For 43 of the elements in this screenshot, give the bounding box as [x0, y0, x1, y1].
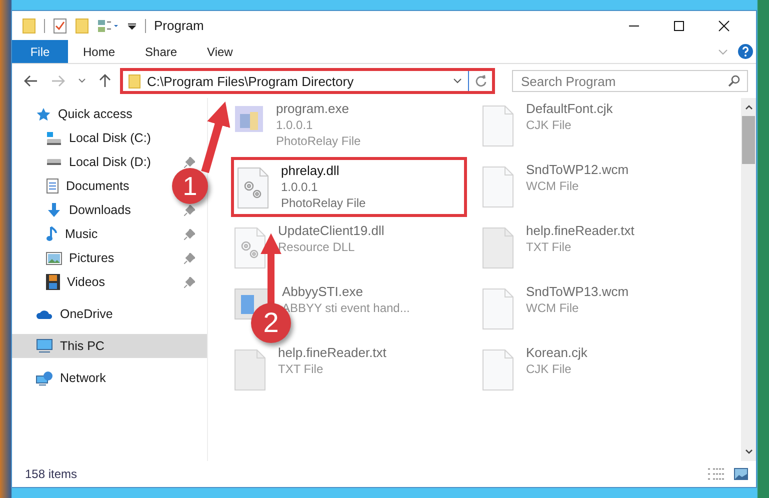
file-detail: 1.0.0.1: [281, 179, 319, 195]
sidebar-item[interactable]: Quick access: [36, 102, 132, 126]
sidebar-item[interactable]: Videos: [46, 270, 105, 294]
sidebar-item[interactable]: Pictures: [46, 246, 114, 270]
sidebar-item[interactable]: Local Disk (D:): [46, 150, 151, 174]
file-detail: TXT File: [526, 239, 572, 255]
file-name: SndToWP13.wcm: [526, 284, 629, 300]
item-count: 158 items: [25, 467, 78, 481]
sidebar-item[interactable]: Downloads: [46, 198, 131, 222]
file-detail: ABBYY sti event hand...: [282, 300, 410, 316]
address-bar[interactable]: C:\Program Files\Program Directory: [120, 68, 495, 94]
file-detail: CJK File: [526, 117, 572, 133]
file-detail: WCM File: [526, 300, 580, 316]
file-name: help.fineReader.txt: [278, 345, 386, 361]
sidebar-item[interactable]: Local Disk (C:): [46, 126, 151, 150]
sidebar-item[interactable]: This PC: [12, 334, 207, 358]
window-title: Program: [154, 18, 204, 33]
file-name: program.exe: [276, 101, 350, 117]
file-detail: 1.0.0.1: [276, 117, 314, 133]
file-detail: PhotoRelay File: [281, 195, 366, 211]
ribbon-tab[interactable]: Share: [130, 40, 192, 63]
file-name: help.fineReader.txt: [526, 223, 634, 239]
ribbon-tab[interactable]: Home: [68, 40, 130, 63]
sidebar-item[interactable]: Documents: [46, 174, 130, 198]
file-name: Korean.cjk: [526, 345, 588, 361]
ribbon-tab[interactable]: File: [12, 40, 68, 63]
file-name: DefaultFont.cjk: [526, 101, 613, 117]
file-tile[interactable]: phrelay.dll 1.0.0.1 PhotoRelay File: [231, 157, 467, 217]
file-name: phrelay.dll: [281, 163, 340, 179]
file-detail: TXT File: [278, 361, 324, 377]
file-detail: CJK File: [526, 361, 572, 377]
file-name: SndToWP12.wcm: [526, 162, 629, 178]
file-detail: WCM File: [526, 178, 580, 194]
file-name: AbbyySTI.exe: [282, 284, 364, 300]
sidebar-item[interactable]: Network: [12, 366, 207, 390]
ribbon-tab[interactable]: View: [192, 40, 248, 63]
sidebar-item[interactable]: OneDrive: [12, 302, 207, 326]
address-path: C:\Program Files\Program Directory: [147, 74, 355, 88]
file-name: UpdateClient19.dll: [278, 223, 384, 239]
search-field[interactable]: Search Program: [512, 70, 748, 92]
sidebar-item[interactable]: Music: [46, 222, 98, 246]
file-detail: Resource DLL: [278, 239, 356, 255]
file-detail: PhotoRelay File: [276, 133, 361, 149]
